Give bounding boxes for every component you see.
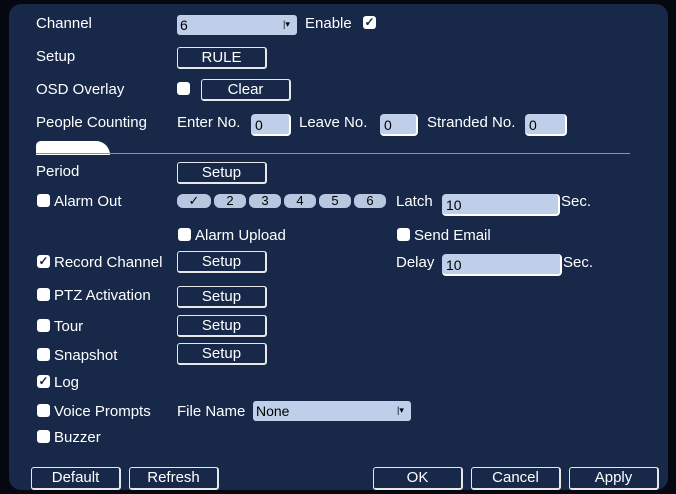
alarm-channel-5-button[interactable]: 5 — [319, 194, 351, 208]
file-name-select[interactable]: None |▾ — [253, 401, 411, 421]
period-setup-button[interactable]: Setup — [177, 162, 267, 184]
enter-no-input[interactable]: 0 — [251, 114, 291, 136]
checkmark-icon: ✓ — [364, 15, 375, 29]
channel-value: 6 — [180, 17, 188, 33]
dropdown-arrow-icon: |▾ — [397, 405, 404, 415]
refresh-button[interactable]: Refresh — [129, 467, 219, 490]
buzzer-label: Buzzer — [54, 429, 101, 446]
channel-label: Channel — [36, 15, 92, 32]
osd-overlay-label: OSD Overlay — [36, 81, 125, 98]
latch-unit-label: Sec. — [561, 193, 592, 210]
snapshot-checkbox[interactable] — [37, 348, 50, 361]
stranded-no-label: Stranded No. — [427, 114, 516, 131]
osd-overlay-checkbox[interactable] — [177, 82, 190, 95]
leave-no-input[interactable]: 0 — [380, 114, 418, 136]
section-divider — [36, 153, 630, 154]
leave-no-label: Leave No. — [299, 114, 368, 131]
cancel-button[interactable]: Cancel — [471, 467, 561, 490]
file-name-label: File Name — [177, 403, 246, 420]
checkmark-icon: ✓ — [188, 193, 200, 208]
ok-button[interactable]: OK — [373, 467, 463, 490]
send-email-checkbox[interactable] — [397, 228, 410, 241]
ptz-activation-label: PTZ Activation — [54, 287, 151, 304]
ptz-activation-checkbox[interactable] — [37, 288, 50, 301]
channel-select[interactable]: 6 |▾ — [177, 15, 297, 35]
log-label: Log — [54, 374, 80, 391]
ptz-setup-button[interactable]: Setup — [177, 286, 267, 308]
period-label: Period — [36, 163, 80, 180]
stranded-no-input[interactable]: 0 — [525, 114, 567, 136]
alarm-out-checkbox[interactable] — [37, 194, 50, 207]
tour-setup-button[interactable]: Setup — [177, 315, 267, 337]
record-channel-checkbox[interactable]: ✓ — [37, 255, 50, 268]
alarm-channel-3-button[interactable]: 3 — [249, 194, 281, 208]
apply-button[interactable]: Apply — [569, 467, 659, 490]
latch-label: Latch — [396, 193, 433, 210]
rule-button[interactable]: RULE — [177, 47, 267, 69]
alarm-channel-6-button[interactable]: 6 — [354, 194, 386, 208]
enable-checkbox[interactable]: ✓ — [363, 16, 376, 29]
default-button[interactable]: Default — [31, 467, 121, 490]
dropdown-arrow-icon: |▾ — [283, 19, 290, 29]
delay-unit-label: Sec. — [563, 254, 594, 271]
delay-label: Delay — [396, 254, 435, 271]
checkmark-icon: ✓ — [38, 254, 49, 268]
people-counting-label: People Counting — [36, 114, 147, 131]
alarm-channel-4-button[interactable]: 4 — [284, 194, 316, 208]
delay-input[interactable]: 10 — [442, 254, 562, 276]
setup-label: Setup — [36, 48, 76, 65]
enable-label: Enable — [305, 15, 352, 32]
alarm-upload-checkbox[interactable] — [178, 228, 191, 241]
checkmark-icon: ✓ — [38, 374, 49, 388]
clear-button[interactable]: Clear — [201, 79, 291, 101]
alarm-upload-label: Alarm Upload — [195, 227, 286, 244]
enter-no-label: Enter No. — [177, 114, 241, 131]
buzzer-checkbox[interactable] — [37, 430, 50, 443]
alarm-out-label: Alarm Out — [54, 193, 122, 210]
alarm-channel-2-button[interactable]: 2 — [214, 194, 246, 208]
log-checkbox[interactable]: ✓ — [37, 375, 50, 388]
record-channel-setup-button[interactable]: Setup — [177, 251, 267, 273]
file-name-value: None — [256, 403, 290, 419]
record-channel-label: Record Channel — [54, 254, 163, 271]
voice-prompts-label: Voice Prompts — [54, 403, 151, 420]
voice-prompts-checkbox[interactable] — [37, 404, 50, 417]
alarm-channel-1-button[interactable]: ✓ — [177, 194, 211, 208]
tour-label: Tour — [54, 318, 84, 335]
tour-checkbox[interactable] — [37, 319, 50, 332]
snapshot-setup-button[interactable]: Setup — [177, 343, 267, 365]
latch-input[interactable]: 10 — [442, 194, 560, 216]
send-email-label: Send Email — [414, 227, 491, 244]
snapshot-label: Snapshot — [54, 347, 118, 364]
